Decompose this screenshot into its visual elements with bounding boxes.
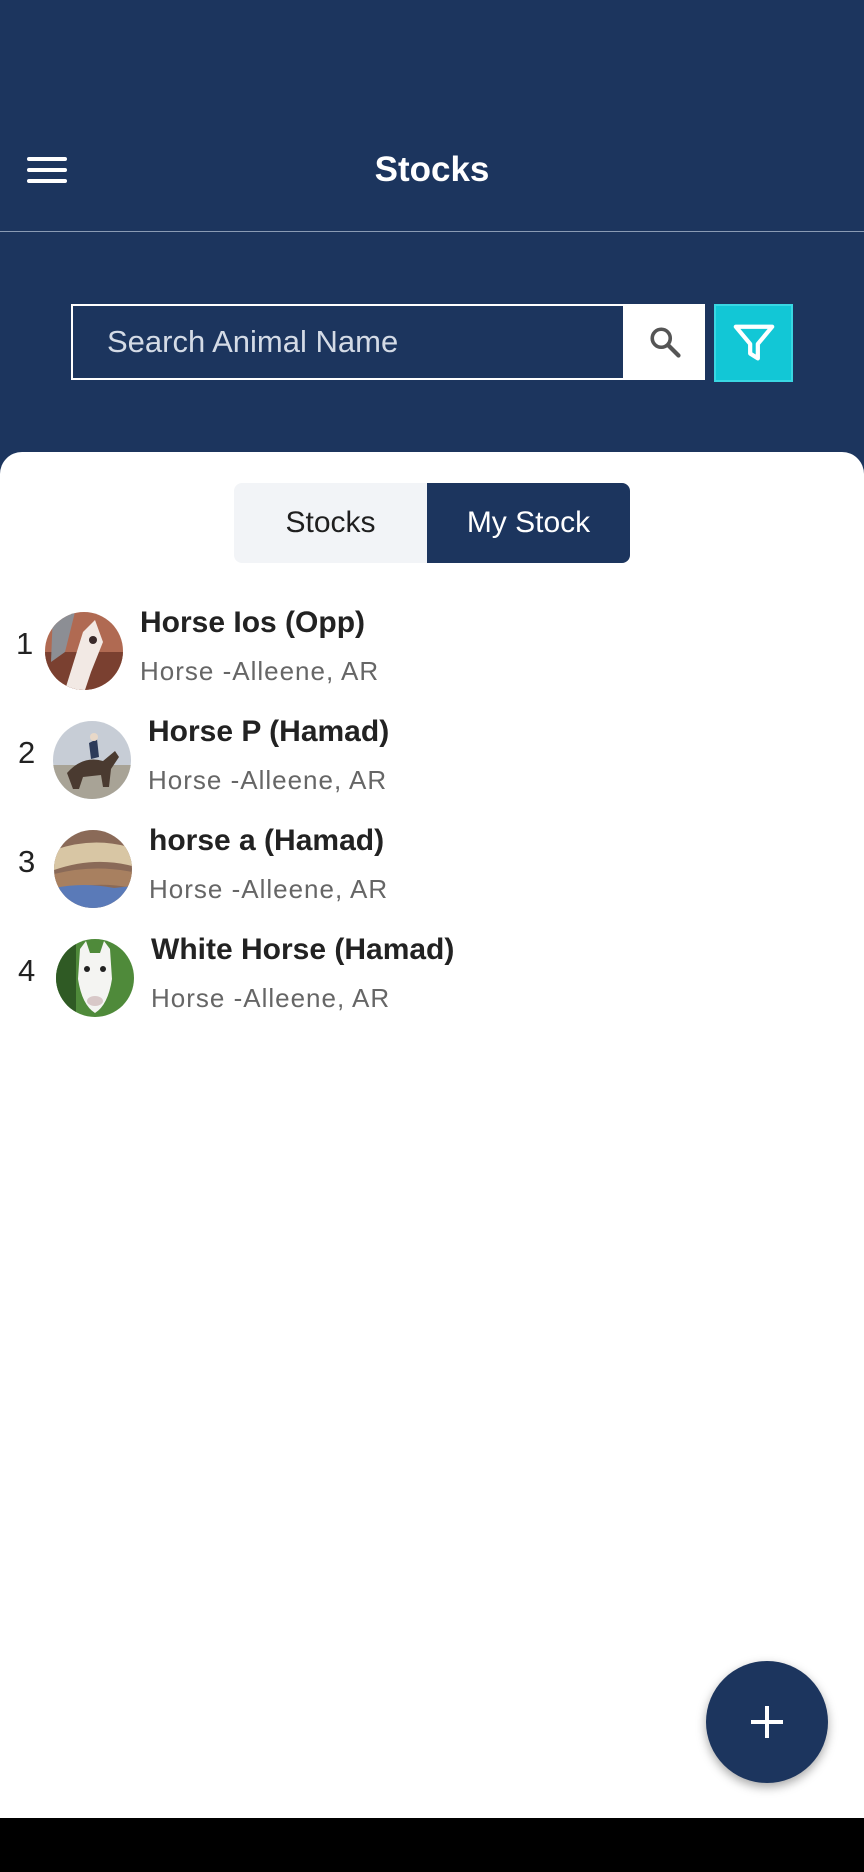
item-title: Horse P (Hamad): [148, 715, 390, 748]
main-content: Stocks My Stock 1 Horse Ios (Opp) Horse …: [0, 452, 864, 1818]
avatar: [45, 612, 123, 690]
tab-stocks[interactable]: Stocks: [234, 483, 427, 563]
item-index: 1: [16, 626, 34, 661]
system-navigation-bar: [0, 1818, 864, 1872]
list-item[interactable]: 1 Horse Ios (Opp) Horse -Alleene, AR: [0, 604, 864, 704]
item-title: White Horse (Hamad): [151, 933, 455, 966]
item-subtitle: Horse -Alleene, AR: [140, 656, 380, 686]
item-index: 4: [18, 953, 36, 988]
item-index: 2: [18, 735, 36, 770]
avatar: [53, 721, 131, 799]
search-button[interactable]: [625, 304, 705, 380]
list-item[interactable]: 4 White Horse (Hamad) Horse -Alleene, AR: [0, 931, 864, 1031]
tab-my-stock[interactable]: My Stock: [427, 483, 630, 563]
add-animal-button[interactable]: [706, 1661, 828, 1783]
list-item[interactable]: 2 Horse P (Hamad) Horse -Alleene, AR: [0, 713, 864, 813]
item-subtitle: Horse -Alleene, AR: [151, 983, 391, 1013]
app-screen: Stocks Stocks My Stock 1: [0, 0, 864, 1818]
funnel-filter-icon: [733, 324, 775, 361]
item-subtitle: Horse -Alleene, AR: [148, 765, 388, 795]
plus-icon: [751, 1706, 783, 1738]
avatar: [56, 939, 134, 1017]
item-title: horse a (Hamad): [149, 824, 385, 857]
item-subtitle: Horse -Alleene, AR: [149, 874, 389, 904]
stock-tab-switcher: Stocks My Stock: [234, 483, 630, 563]
app-bar: Stocks: [0, 0, 864, 232]
magnifier-icon: [650, 327, 681, 358]
search-input[interactable]: [73, 306, 623, 378]
item-title: Horse Ios (Opp): [140, 606, 366, 639]
page-title: Stocks: [374, 150, 490, 189]
search-field: [71, 304, 625, 380]
filter-button[interactable]: [714, 304, 793, 382]
list-item[interactable]: 3 horse a (Hamad) Horse -Alleene, AR: [0, 822, 864, 922]
item-index: 3: [18, 844, 36, 879]
avatar: [54, 830, 132, 908]
